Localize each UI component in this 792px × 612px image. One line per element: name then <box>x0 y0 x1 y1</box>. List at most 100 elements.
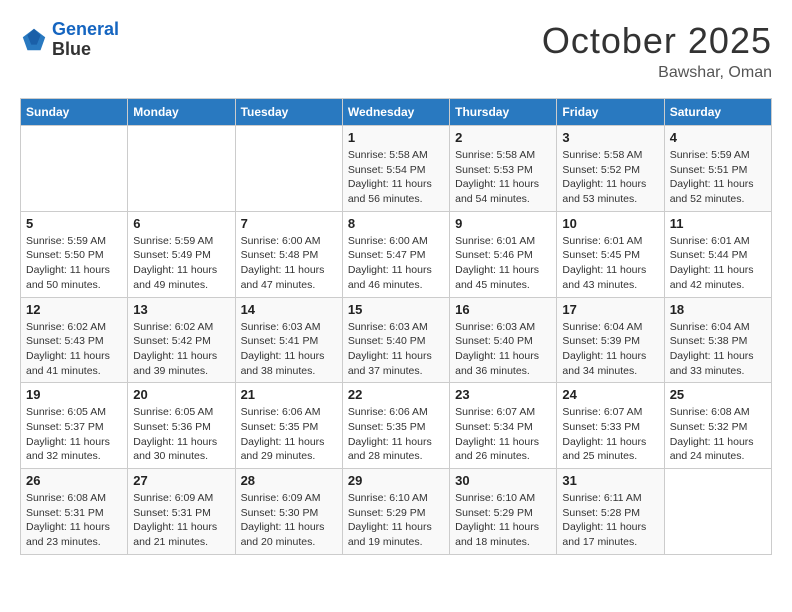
day-detail: Sunrise: 6:00 AM Sunset: 5:47 PM Dayligh… <box>348 234 444 293</box>
header-sunday: Sunday <box>21 99 128 126</box>
day-number: 24 <box>562 387 658 402</box>
day-number: 4 <box>670 130 766 145</box>
calendar-cell: 7 Sunrise: 6:00 AM Sunset: 5:48 PM Daylig… <box>235 211 342 297</box>
day-detail: Sunrise: 6:11 AM Sunset: 5:28 PM Dayligh… <box>562 491 658 550</box>
calendar-cell: 26 Sunrise: 6:08 AM Sunset: 5:31 PM Dayli… <box>21 469 128 555</box>
day-number: 21 <box>241 387 337 402</box>
calendar-cell: 5 Sunrise: 5:59 AM Sunset: 5:50 PM Daylig… <box>21 211 128 297</box>
calendar-cell: 12Sunrise: 6:02 AM Sunset: 5:43 PM Dayli… <box>21 297 128 383</box>
calendar-cell <box>235 126 342 212</box>
calendar-cell: 15 Sunrise: 6:03 AM Sunset: 5:40 PM Dayli… <box>342 297 449 383</box>
day-detail: Sunrise: 6:02 AM Sunset: 5:42 PM Dayligh… <box>133 320 229 379</box>
calendar-cell: 11 Sunrise: 6:01 AM Sunset: 5:44 PM Dayli… <box>664 211 771 297</box>
calendar-cell: 6Sunrise: 5:59 AM Sunset: 5:49 PM Daylig… <box>128 211 235 297</box>
day-detail: Sunrise: 6:09 AM Sunset: 5:30 PM Dayligh… <box>241 491 337 550</box>
calendar-cell: 19 Sunrise: 6:05 AM Sunset: 5:37 PM Dayli… <box>21 383 128 469</box>
week-row-1: 5 Sunrise: 5:59 AM Sunset: 5:50 PM Daylig… <box>21 211 772 297</box>
day-detail: Sunrise: 6:03 AM Sunset: 5:41 PM Dayligh… <box>241 320 337 379</box>
day-detail: Sunrise: 6:01 AM Sunset: 5:46 PM Dayligh… <box>455 234 551 293</box>
logo-text: General Blue <box>52 20 119 60</box>
header-thursday: Thursday <box>450 99 557 126</box>
day-number: 9 <box>455 216 551 231</box>
calendar-cell: 1Sunrise: 5:58 AM Sunset: 5:54 PM Daylig… <box>342 126 449 212</box>
logo-line2: Blue <box>52 40 119 60</box>
day-number: 10 <box>562 216 658 231</box>
day-number: 11 <box>670 216 766 231</box>
calendar-cell: 18 Sunrise: 6:04 AM Sunset: 5:38 PM Dayli… <box>664 297 771 383</box>
day-number: 18 <box>670 302 766 317</box>
day-detail: Sunrise: 5:59 AM Sunset: 5:49 PM Dayligh… <box>133 234 229 293</box>
header-row: SundayMondayTuesdayWednesdayThursdayFrid… <box>21 99 772 126</box>
day-number: 3 <box>562 130 658 145</box>
calendar-cell: 13 Sunrise: 6:02 AM Sunset: 5:42 PM Dayli… <box>128 297 235 383</box>
header-friday: Friday <box>557 99 664 126</box>
calendar-cell: 3 Sunrise: 5:58 AM Sunset: 5:52 PM Daylig… <box>557 126 664 212</box>
calendar-cell <box>21 126 128 212</box>
calendar-cell: 4Sunrise: 5:59 AM Sunset: 5:51 PM Daylig… <box>664 126 771 212</box>
calendar-cell: 27 Sunrise: 6:09 AM Sunset: 5:31 PM Dayli… <box>128 469 235 555</box>
calendar-cell: 23 Sunrise: 6:07 AM Sunset: 5:34 PM Dayli… <box>450 383 557 469</box>
day-detail: Sunrise: 6:09 AM Sunset: 5:31 PM Dayligh… <box>133 491 229 550</box>
day-detail: Sunrise: 5:59 AM Sunset: 5:50 PM Dayligh… <box>26 234 122 293</box>
day-detail: Sunrise: 6:00 AM Sunset: 5:48 PM Dayligh… <box>241 234 337 293</box>
calendar-cell: 16 Sunrise: 6:03 AM Sunset: 5:40 PM Dayli… <box>450 297 557 383</box>
day-detail: Sunrise: 6:08 AM Sunset: 5:31 PM Dayligh… <box>26 491 122 550</box>
calendar-cell <box>128 126 235 212</box>
day-number: 1 <box>348 130 444 145</box>
day-detail: Sunrise: 5:58 AM Sunset: 5:52 PM Dayligh… <box>562 148 658 207</box>
day-number: 17 <box>562 302 658 317</box>
day-number: 16 <box>455 302 551 317</box>
header-saturday: Saturday <box>664 99 771 126</box>
week-row-2: 12Sunrise: 6:02 AM Sunset: 5:43 PM Dayli… <box>21 297 772 383</box>
day-number: 23 <box>455 387 551 402</box>
day-detail: Sunrise: 6:06 AM Sunset: 5:35 PM Dayligh… <box>348 405 444 464</box>
location-title: Bawshar, Oman <box>542 64 772 82</box>
day-detail: Sunrise: 6:03 AM Sunset: 5:40 PM Dayligh… <box>455 320 551 379</box>
month-title: October 2025 <box>542 20 772 62</box>
day-number: 7 <box>241 216 337 231</box>
day-detail: Sunrise: 6:10 AM Sunset: 5:29 PM Dayligh… <box>348 491 444 550</box>
calendar-cell: 31 Sunrise: 6:11 AM Sunset: 5:28 PM Dayli… <box>557 469 664 555</box>
calendar-header: SundayMondayTuesdayWednesdayThursdayFrid… <box>21 99 772 126</box>
week-row-4: 26 Sunrise: 6:08 AM Sunset: 5:31 PM Dayli… <box>21 469 772 555</box>
calendar-cell: 30 Sunrise: 6:10 AM Sunset: 5:29 PM Dayli… <box>450 469 557 555</box>
day-detail: Sunrise: 6:05 AM Sunset: 5:36 PM Dayligh… <box>133 405 229 464</box>
day-number: 12 <box>26 302 122 317</box>
day-number: 5 <box>26 216 122 231</box>
day-number: 19 <box>26 387 122 402</box>
calendar-cell: 24 Sunrise: 6:07 AM Sunset: 5:33 PM Dayli… <box>557 383 664 469</box>
day-number: 27 <box>133 473 229 488</box>
calendar-cell: 2Sunrise: 5:58 AM Sunset: 5:53 PM Daylig… <box>450 126 557 212</box>
logo-icon <box>20 26 48 54</box>
day-number: 15 <box>348 302 444 317</box>
calendar-cell: 10Sunrise: 6:01 AM Sunset: 5:45 PM Dayli… <box>557 211 664 297</box>
header-monday: Monday <box>128 99 235 126</box>
day-detail: Sunrise: 6:07 AM Sunset: 5:34 PM Dayligh… <box>455 405 551 464</box>
page-header: General Blue October 2025 Bawshar, Oman <box>20 20 772 82</box>
day-detail: Sunrise: 6:07 AM Sunset: 5:33 PM Dayligh… <box>562 405 658 464</box>
day-detail: Sunrise: 6:06 AM Sunset: 5:35 PM Dayligh… <box>241 405 337 464</box>
day-detail: Sunrise: 6:03 AM Sunset: 5:40 PM Dayligh… <box>348 320 444 379</box>
calendar-body: 1Sunrise: 5:58 AM Sunset: 5:54 PM Daylig… <box>21 126 772 555</box>
day-number: 13 <box>133 302 229 317</box>
logo: General Blue <box>20 20 119 60</box>
calendar-cell: 29Sunrise: 6:10 AM Sunset: 5:29 PM Dayli… <box>342 469 449 555</box>
calendar-cell: 8Sunrise: 6:00 AM Sunset: 5:47 PM Daylig… <box>342 211 449 297</box>
day-detail: Sunrise: 5:58 AM Sunset: 5:53 PM Dayligh… <box>455 148 551 207</box>
day-detail: Sunrise: 6:10 AM Sunset: 5:29 PM Dayligh… <box>455 491 551 550</box>
day-number: 30 <box>455 473 551 488</box>
calendar-cell: 14Sunrise: 6:03 AM Sunset: 5:41 PM Dayli… <box>235 297 342 383</box>
calendar-cell: 25 Sunrise: 6:08 AM Sunset: 5:32 PM Dayli… <box>664 383 771 469</box>
day-detail: Sunrise: 6:01 AM Sunset: 5:44 PM Dayligh… <box>670 234 766 293</box>
day-number: 26 <box>26 473 122 488</box>
calendar-cell: 28Sunrise: 6:09 AM Sunset: 5:30 PM Dayli… <box>235 469 342 555</box>
day-detail: Sunrise: 6:08 AM Sunset: 5:32 PM Dayligh… <box>670 405 766 464</box>
day-detail: Sunrise: 6:04 AM Sunset: 5:39 PM Dayligh… <box>562 320 658 379</box>
calendar-cell: 9 Sunrise: 6:01 AM Sunset: 5:46 PM Daylig… <box>450 211 557 297</box>
calendar-cell: 21 Sunrise: 6:06 AM Sunset: 5:35 PM Dayli… <box>235 383 342 469</box>
day-number: 25 <box>670 387 766 402</box>
day-detail: Sunrise: 6:05 AM Sunset: 5:37 PM Dayligh… <box>26 405 122 464</box>
day-detail: Sunrise: 6:04 AM Sunset: 5:38 PM Dayligh… <box>670 320 766 379</box>
day-number: 31 <box>562 473 658 488</box>
calendar-cell: 20Sunrise: 6:05 AM Sunset: 5:36 PM Dayli… <box>128 383 235 469</box>
